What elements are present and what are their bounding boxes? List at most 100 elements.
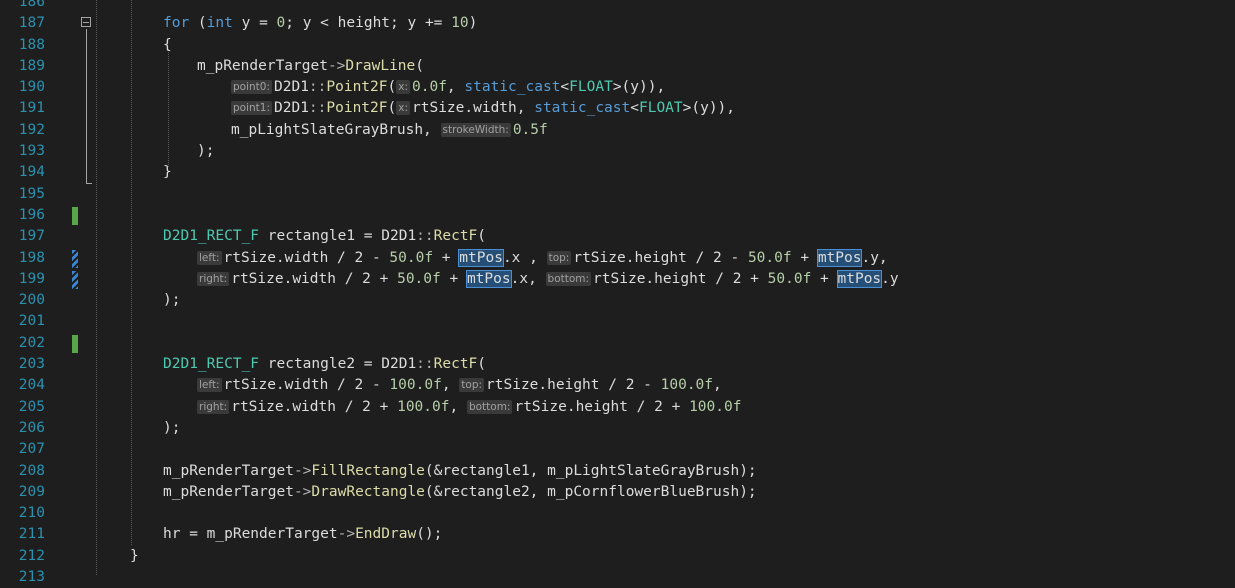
- code-line[interactable]: 187 for (int y = 0; y < height; y += 10): [0, 13, 1235, 34]
- code-token: D2D1: [381, 356, 417, 373]
- code-token: ): [468, 15, 478, 32]
- code-text: }: [130, 546, 139, 567]
- code-token: +: [791, 249, 818, 266]
- code-line[interactable]: 191 point1: D2D1::Point2F(x: rtSize.width, …: [0, 98, 1235, 119]
- code-line[interactable]: 197 D2D1_RECT_F rectangle1 = D2D1::RectF(: [0, 226, 1235, 247]
- code-token: >(y)),: [612, 79, 666, 96]
- code-token: );: [163, 292, 181, 309]
- line-number: 204: [18, 377, 45, 394]
- code-line[interactable]: 200);: [0, 290, 1235, 311]
- code-token: m_pRenderTarget: [197, 57, 328, 74]
- highlighted-reference[interactable]: mtPos: [816, 248, 863, 267]
- code-text: point0: D2D1::Point2F(x: 0.0f, static_cast…: [231, 77, 665, 98]
- code-token: Point2F: [326, 79, 388, 96]
- line-number: 202: [18, 334, 45, 351]
- code-line[interactable]: 208 m_pRenderTarget->FillRectangle(&recta…: [0, 461, 1235, 482]
- code-token: 100.0f: [660, 377, 714, 394]
- code-line[interactable]: 210: [0, 503, 1235, 524]
- code-line[interactable]: 188 {: [0, 35, 1235, 56]
- line-number: 197: [18, 228, 45, 245]
- code-token: for: [163, 15, 190, 32]
- line-number: 194: [18, 164, 45, 181]
- code-token: FLOAT: [638, 100, 683, 117]
- code-line[interactable]: 193);: [0, 141, 1235, 162]
- change-added-marker: [72, 206, 78, 225]
- code-token: 100.0f: [689, 398, 742, 415]
- code-token: int: [206, 15, 233, 32]
- code-line[interactable]: 195: [0, 184, 1235, 205]
- code-text: right: rtSize.width / 2 + 100.0f, bottom:…: [197, 397, 741, 418]
- code-line[interactable]: 189 m_pRenderTarget->DrawLine(: [0, 56, 1235, 77]
- code-line[interactable]: 186: [0, 0, 1235, 13]
- code-line[interactable]: 201: [0, 311, 1235, 332]
- code-text: m_pRenderTarget->DrawRectangle(&rectangl…: [163, 482, 757, 503]
- code-line[interactable]: 199 right: rtSize.width / 2 + 50.0f + mtPo…: [0, 269, 1235, 290]
- code-token: ->: [327, 57, 346, 74]
- code-token: rtSize.height / 2 +: [593, 270, 768, 287]
- line-number: 199: [18, 270, 45, 287]
- line-number: 212: [18, 547, 45, 564]
- code-text: m_pRenderTarget->DrawLine(: [197, 56, 424, 77]
- code-token: (&rectangle2, m_pCornflowerBlueBrush);: [424, 483, 757, 500]
- code-token: FLOAT: [569, 79, 613, 96]
- code-token: D2D1_RECT_F: [163, 356, 260, 373]
- code-text: );: [197, 141, 214, 162]
- code-token: rtSize.width / 2 +: [231, 398, 398, 415]
- code-token: RectF: [433, 356, 478, 373]
- code-token: 10: [451, 15, 469, 32]
- code-line[interactable]: 209 m_pRenderTarget->DrawRectangle(&recta…: [0, 482, 1235, 503]
- parameter-hint: point1:: [231, 101, 272, 116]
- code-line[interactable]: 207: [0, 439, 1235, 460]
- code-text: for (int y = 0; y < height; y += 10): [163, 13, 477, 34]
- code-token: );: [163, 419, 181, 436]
- code-token: +: [440, 270, 467, 287]
- code-line[interactable]: 213: [0, 567, 1235, 588]
- code-line[interactable]: 202: [0, 333, 1235, 354]
- code-token: {: [163, 36, 172, 53]
- code-line[interactable]: 196: [0, 205, 1235, 226]
- collapse-icon[interactable]: [81, 17, 91, 28]
- code-token: +: [433, 249, 460, 266]
- line-number: 189: [18, 57, 45, 74]
- parameter-hint: top:: [459, 378, 485, 393]
- line-number: 206: [18, 419, 45, 436]
- code-line[interactable]: 206);: [0, 418, 1235, 439]
- code-text: left: rtSize.width / 2 - 100.0f, top: rtSi…: [197, 375, 722, 396]
- line-number: 213: [18, 569, 45, 586]
- code-editor[interactable]: 186 187 for (int y = 0; y < height; y += 1…: [0, 0, 1235, 585]
- highlighted-reference[interactable]: mtPos: [836, 269, 883, 288]
- code-token: 50.0f: [389, 249, 434, 266]
- code-line[interactable]: 211 hr = m_pRenderTarget->EndDraw();: [0, 524, 1235, 545]
- code-token: ->: [293, 462, 312, 479]
- highlighted-reference[interactable]: mtPos: [458, 248, 504, 267]
- code-token: ::: [416, 356, 434, 373]
- code-token: ,: [713, 377, 722, 394]
- code-token: 50.0f: [747, 249, 792, 266]
- line-number: 193: [18, 143, 45, 160]
- parameter-hint: top:: [546, 250, 572, 265]
- code-line[interactable]: 212}: [0, 546, 1235, 567]
- line-number: 207: [18, 441, 45, 458]
- code-token: +: [811, 270, 838, 287]
- code-line[interactable]: 203 D2D1_RECT_F rectangle2 = D2D1::RectF(: [0, 354, 1235, 375]
- code-token: <: [560, 79, 570, 96]
- code-token: static_cast: [534, 100, 631, 117]
- parameter-hint: point0:: [231, 80, 272, 95]
- highlighted-reference[interactable]: mtPos: [465, 269, 512, 288]
- code-line[interactable]: 198 left: rtSize.width / 2 - 50.0f + mtPos…: [0, 248, 1235, 269]
- code-token: rtSize.width / 2 -: [223, 377, 390, 394]
- line-number: 200: [18, 292, 45, 309]
- code-token: ,: [449, 398, 467, 415]
- change-modified-marker: [72, 249, 78, 268]
- code-token: m_pRenderTarget: [163, 462, 294, 479]
- code-line[interactable]: 205 right: rtSize.width / 2 + 100.0f, bott…: [0, 397, 1235, 418]
- code-line[interactable]: 190 point0: D2D1::Point2F(x: 0.0f, static_c…: [0, 77, 1235, 98]
- code-line[interactable]: 192 m_pLightSlateGrayBrush, strokeWidth: 0…: [0, 120, 1235, 141]
- code-token: }: [130, 547, 139, 564]
- parameter-hint: x:: [396, 80, 410, 95]
- code-text: m_pRenderTarget->FillRectangle(&rectangl…: [163, 461, 757, 482]
- code-token: hr = m_pRenderTarget: [163, 526, 338, 543]
- code-line[interactable]: 194}: [0, 162, 1235, 183]
- code-line[interactable]: 204 left: rtSize.width / 2 - 100.0f, top: r…: [0, 375, 1235, 396]
- code-token: 100.0f: [397, 398, 450, 415]
